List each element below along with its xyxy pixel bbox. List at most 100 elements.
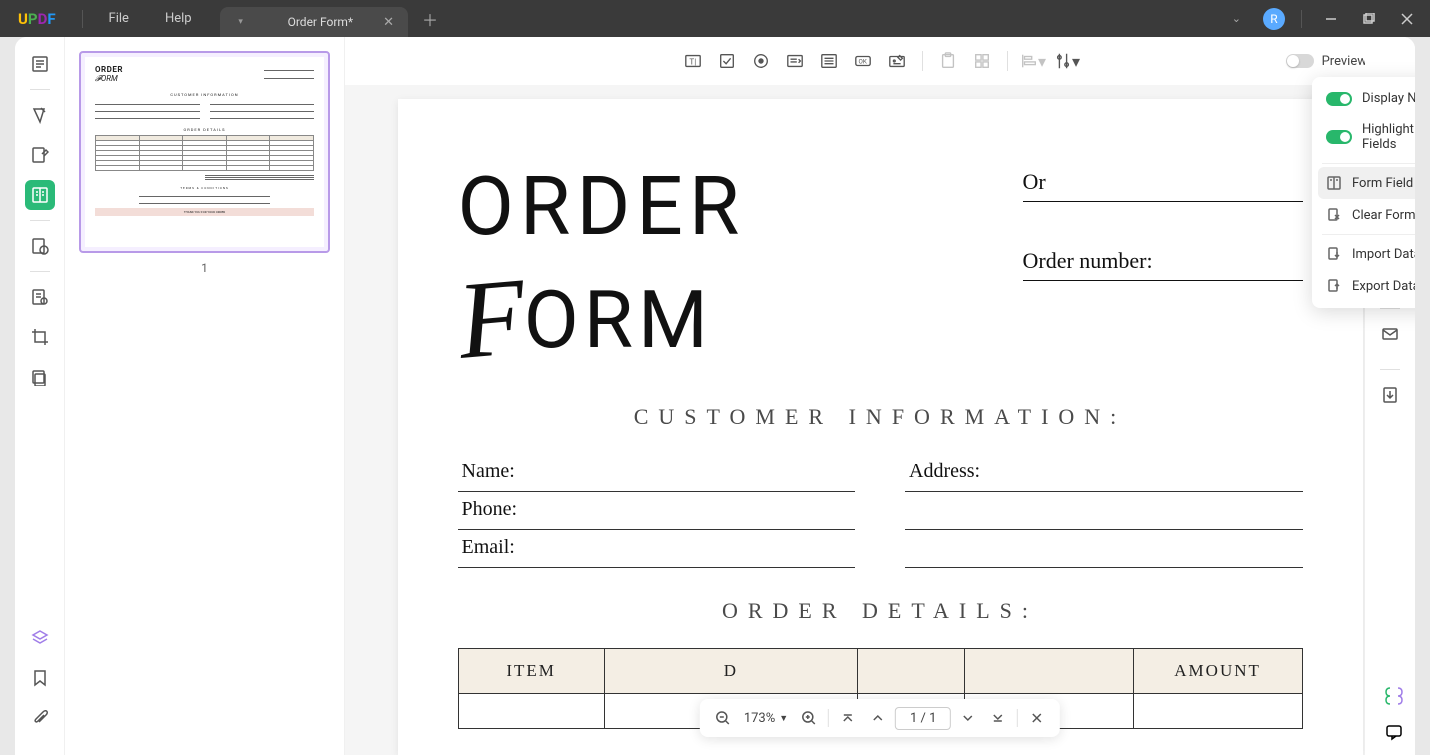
tool-comment-icon[interactable] [25, 100, 55, 130]
dropdown-icon[interactable] [780, 46, 810, 76]
thumbnail-panel: ORDER𝓕ORM CUSTOMER INFORMATION ORDER DET… [65, 37, 345, 755]
separator [30, 220, 50, 221]
th-item: ITEM [458, 649, 604, 694]
window-minimize-icon[interactable] [1318, 9, 1344, 29]
next-page-icon[interactable] [955, 705, 981, 731]
form-tools-menu: Display Name Highlight Existing Fields F… [1312, 77, 1415, 308]
layers-icon[interactable] [25, 623, 55, 653]
form-recognition-icon [1326, 175, 1342, 191]
separator [1322, 163, 1415, 164]
menu-file[interactable]: File [91, 11, 147, 26]
first-page-icon[interactable] [835, 705, 861, 731]
tool-redact-icon[interactable] [25, 362, 55, 392]
text-field-icon[interactable]: T| [678, 46, 708, 76]
button-icon[interactable]: OK [848, 46, 878, 76]
customer-info-heading: CUSTOMER INFORMATION: [458, 404, 1303, 430]
tool-crop-icon[interactable] [25, 322, 55, 352]
th-amount: AMOUNT [1133, 649, 1302, 694]
thumbnail-page-number: 1 [79, 261, 330, 275]
tab-close-icon[interactable]: ✕ [383, 15, 394, 30]
toggle-on-icon[interactable] [1326, 130, 1352, 144]
zoom-in-icon[interactable] [796, 705, 822, 731]
align-left-icon: ▾ [1018, 46, 1048, 76]
tool-organize-icon[interactable] [25, 231, 55, 261]
tool-ocr-icon[interactable] [25, 282, 55, 312]
separator [1017, 709, 1018, 727]
menu-highlight-fields[interactable]: Highlight Existing Fields [1318, 114, 1415, 160]
bookmark-icon[interactable] [25, 663, 55, 693]
menu-import-data[interactable]: Import Data (.fdf) [1318, 238, 1415, 270]
tool-reader-icon[interactable] [25, 49, 55, 79]
titlebar-chevron-icon[interactable]: ⌄ [1232, 12, 1241, 25]
listbox-icon[interactable] [814, 46, 844, 76]
align-icon [967, 46, 997, 76]
menu-clear-form[interactable]: Clear Form [1318, 199, 1415, 231]
tab-dropdown-icon[interactable]: ▾ [234, 17, 248, 27]
document-tab[interactable]: ▾ Order Form* ✕ [220, 7, 408, 37]
page-number-input[interactable] [895, 707, 951, 730]
th-price [964, 649, 1133, 694]
th-description: D [604, 649, 857, 694]
form-toolbar: T| OK ▾ ▾ Preview [345, 37, 1415, 85]
menu-display-name[interactable]: Display Name [1318, 83, 1415, 114]
toggle-on-icon[interactable] [1326, 92, 1352, 106]
flatten-icon[interactable] [1375, 380, 1405, 410]
svg-text:T|: T| [689, 57, 696, 67]
name-field: Name: [458, 454, 856, 492]
separator [30, 89, 50, 90]
export-icon [1326, 278, 1342, 294]
menu-form-recognition[interactable]: Form Field Recognition [1318, 167, 1415, 199]
separator [828, 709, 829, 727]
page-navigator: 173%▼ [700, 699, 1060, 737]
app-logo: UPDF [0, 10, 74, 28]
tab-title: Order Form* [288, 15, 354, 29]
form-tools-dropdown-icon[interactable]: ▾ [1052, 46, 1082, 76]
separator [1007, 51, 1008, 71]
checkbox-icon[interactable] [712, 46, 742, 76]
separator [1380, 308, 1400, 309]
document-page[interactable]: ORDER FORM Or Order number: CUSTOMER INF… [398, 99, 1363, 755]
separator [922, 51, 923, 71]
separator [82, 10, 83, 28]
document-title: ORDER FORM [458, 159, 746, 374]
address-field-2 [905, 492, 1303, 530]
email-field: Email: [458, 530, 856, 568]
separator [1380, 369, 1400, 370]
phone-field: Phone: [458, 492, 856, 530]
address-field: Address: [905, 454, 1303, 492]
new-tab-button[interactable]: ＋ [422, 7, 438, 31]
last-page-icon[interactable] [985, 705, 1011, 731]
import-icon [1326, 246, 1342, 262]
window-maximize-icon[interactable] [1356, 9, 1382, 29]
separator [1301, 10, 1302, 28]
attachment-icon[interactable] [25, 703, 55, 733]
svg-text:OK: OK [859, 58, 867, 66]
window-close-icon[interactable] [1394, 9, 1420, 29]
preview-toggle[interactable]: Preview [1286, 54, 1367, 69]
signature-icon[interactable] [882, 46, 912, 76]
user-avatar[interactable]: R [1263, 8, 1285, 30]
menu-help[interactable]: Help [147, 11, 210, 26]
page-thumbnail[interactable]: ORDER𝓕ORM CUSTOMER INFORMATION ORDER DET… [79, 51, 330, 253]
separator [1322, 234, 1415, 235]
feedback-icon[interactable] [1383, 721, 1405, 743]
email-icon[interactable] [1375, 319, 1405, 349]
clear-form-icon [1326, 207, 1342, 223]
tool-form-icon[interactable] [25, 180, 55, 210]
separator [30, 271, 50, 272]
radio-icon[interactable] [746, 46, 776, 76]
titlebar: UPDF File Help ▾ Order Form* ✕ ＋ ⌄ R [0, 0, 1430, 37]
order-details-heading: ORDER DETAILS: [458, 598, 1303, 624]
left-sidebar [15, 37, 65, 755]
zoom-level[interactable]: 173%▼ [740, 711, 792, 726]
address-field-3 [905, 530, 1303, 568]
toggle-switch-icon[interactable] [1286, 54, 1314, 68]
tool-edit-icon[interactable] [25, 140, 55, 170]
order-date-field: Or [1023, 169, 1303, 202]
zoom-out-icon[interactable] [710, 705, 736, 731]
paste-icon [933, 46, 963, 76]
close-nav-icon[interactable] [1024, 705, 1050, 731]
menu-export-data[interactable]: Export Data (.fdf) [1318, 270, 1415, 302]
prev-page-icon[interactable] [865, 705, 891, 731]
ai-icon[interactable] [1383, 685, 1405, 707]
